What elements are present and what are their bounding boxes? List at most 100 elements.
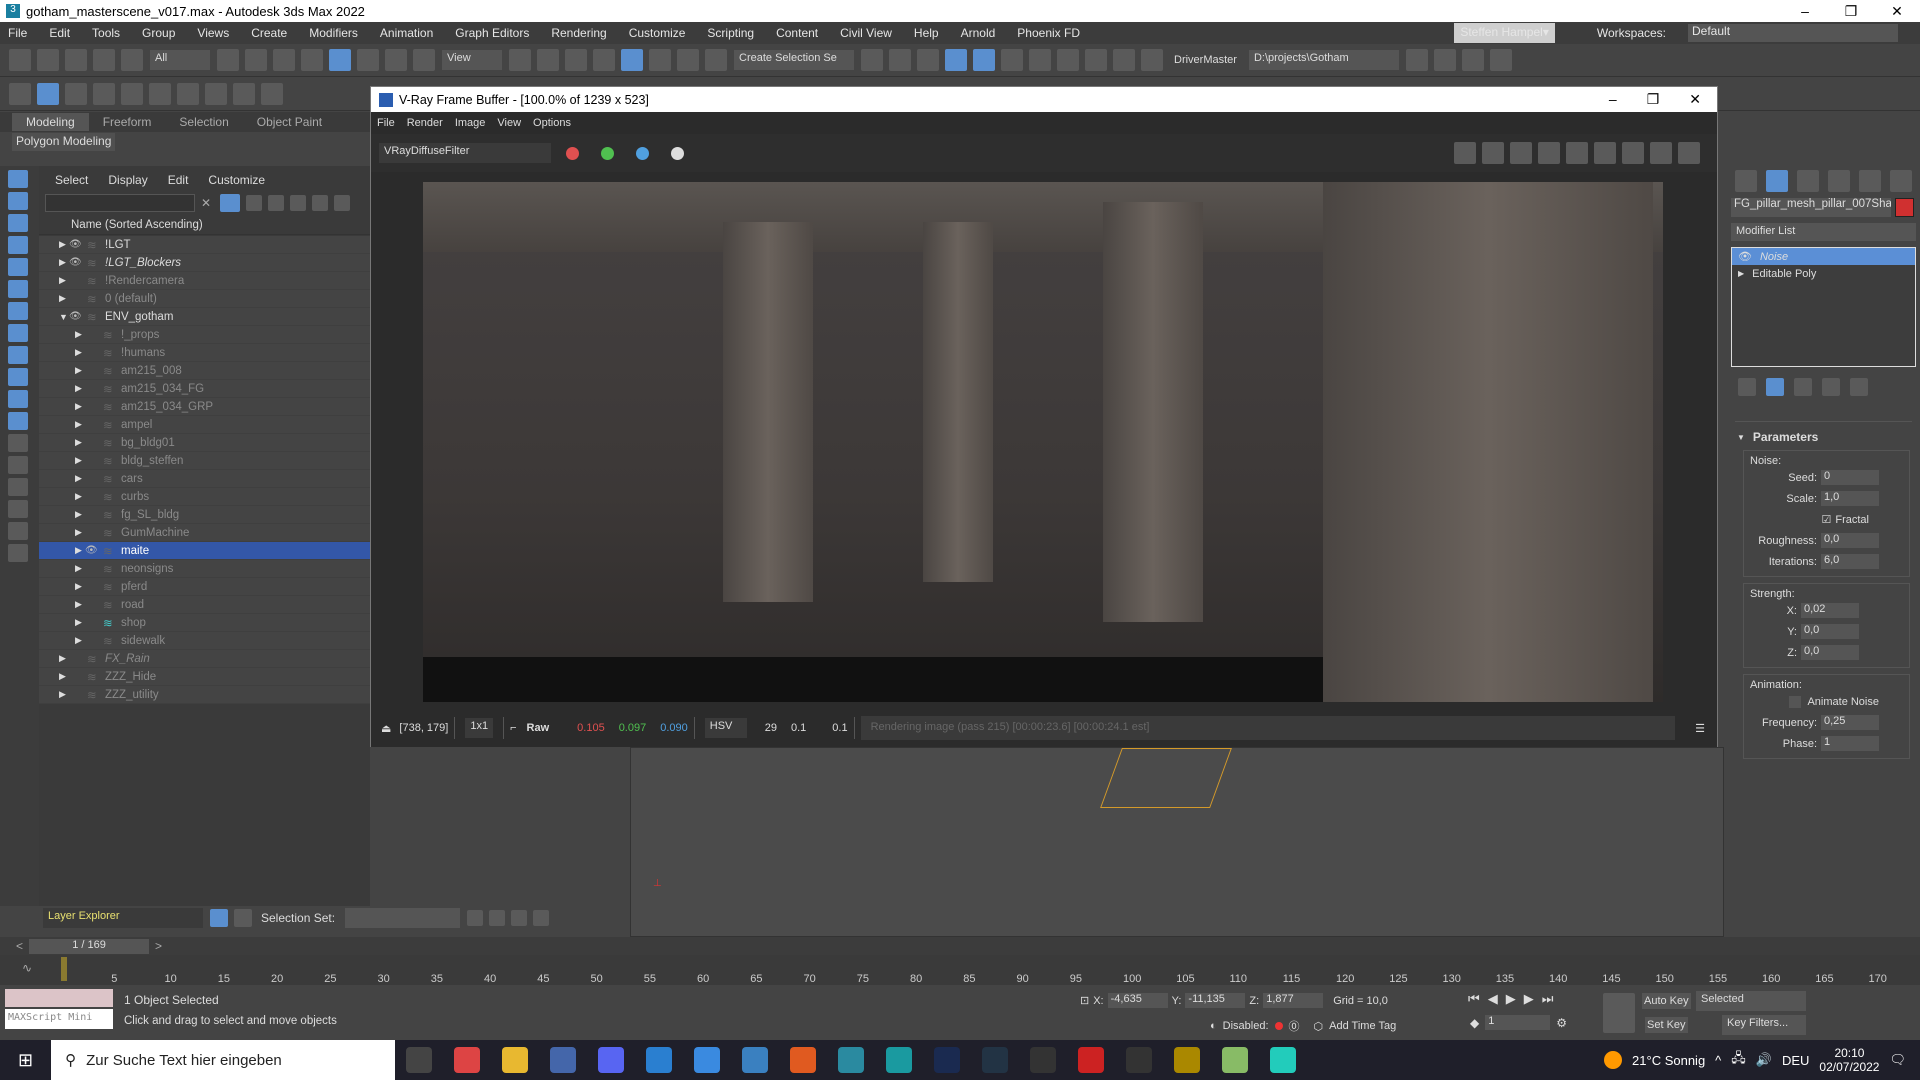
expand-icon[interactable]: ▶ [75,365,85,376]
iterations-spinner[interactable]: 6,0 [1821,554,1879,569]
ball-icon[interactable] [233,82,255,105]
create-tab-icon[interactable] [1735,170,1758,192]
frequency-spinner[interactable]: 0,25 [1821,715,1879,730]
time-slider-thumb[interactable]: 1 / 169 [29,938,150,954]
helpers-filter-icon[interactable] [8,258,28,276]
taskbar-search-box[interactable]: ⚲ Zur Suche Text hier eingeben [51,1040,396,1080]
layer-row[interactable]: ▶ ≋ ampel [39,416,370,434]
layer-icon[interactable]: ≋ [103,346,121,360]
layer-icon[interactable]: ≋ [103,382,121,396]
layer-row[interactable]: ▶ ≋ !humans [39,344,370,362]
vfb-minimize-button[interactable]: – [1609,91,1617,108]
maxscript-mini-input[interactable]: MAXScript Mini [5,1009,113,1029]
explorer-search-input[interactable] [45,194,195,212]
prev-key-button[interactable]: ◀ [1488,991,1498,1007]
parameters-rollout[interactable]: ▼ Parameters [1727,428,1920,446]
load-image-icon[interactable] [1482,142,1504,164]
modifier-editable-poly[interactable]: ▶ Editable Poly [1732,265,1915,282]
teapot-icon[interactable] [9,82,31,105]
seed-spinner[interactable]: 0 [1821,470,1879,485]
expand-icon[interactable]: ▶ [59,293,69,304]
layer-row[interactable]: ▶ 👁 ≋ maite [39,542,370,560]
make-unique-icon[interactable] [1794,378,1812,396]
layer-row[interactable]: ▶ ≋ FX_Rain [39,650,370,668]
maya-icon[interactable] [838,1047,865,1073]
filter-toggle-icon[interactable] [220,194,241,212]
expand-icon[interactable]: ▶ [59,653,69,664]
layer-row[interactable]: ▶ ≋ am215_034_GRP [39,398,370,416]
photoshop-icon[interactable] [934,1047,961,1073]
remove-modifier-icon[interactable] [1822,378,1840,396]
layer-icon[interactable]: ≋ [103,454,121,468]
selection-filter-dropdown[interactable]: All [150,50,210,70]
minimize-button[interactable]: – [1782,3,1828,20]
visibility-eye-icon[interactable]: 👁 [69,257,87,268]
expand-icon[interactable]: ▶ [59,257,69,268]
roughness-spinner[interactable]: 0,0 [1821,533,1879,548]
volume-icon[interactable]: 🔊 [1756,1052,1772,1068]
modifier-list-dropdown[interactable]: Modifier List [1731,223,1916,241]
rotate-icon[interactable] [357,49,379,71]
key-mode-icon[interactable]: ◆ [1470,1016,1479,1030]
curve-editor-toggle-icon[interactable]: ∿ [22,961,32,975]
layer-icon[interactable]: ≋ [103,400,121,414]
expand-icon[interactable]: ▶ [75,383,85,394]
explorer-menu-select[interactable]: Select [55,173,88,187]
expand-icon[interactable]: ▶ [59,275,69,286]
menu-scripting[interactable]: Scripting [707,26,754,40]
clock[interactable]: 20:10 02/07/2022 [1819,1046,1879,1074]
placement-icon[interactable] [413,49,435,71]
menu-phoenix-fd[interactable]: Phoenix FD [1017,26,1080,40]
save-image-icon[interactable] [1454,142,1476,164]
scale-spinner[interactable]: 1,0 [1821,491,1879,506]
clear-search-icon[interactable]: ✕ [201,196,211,210]
layer-icon[interactable]: ≋ [103,562,121,576]
tab-object-paint[interactable]: Object Paint [243,113,336,131]
app-arc-icon[interactable] [1126,1047,1153,1073]
bones-filter-icon[interactable] [8,346,28,364]
object-color-swatch[interactable] [1895,198,1914,217]
edit-set-icon[interactable] [511,910,528,926]
menu-views[interactable]: Views [197,26,229,40]
expand-icon[interactable]: ▶ [75,581,85,592]
steam-icon[interactable] [982,1047,1009,1073]
expand-icon[interactable]: ▶ [75,599,85,610]
configure-modifier-sets-icon[interactable] [1850,378,1868,396]
menu-content[interactable]: Content [776,26,818,40]
select-object-icon[interactable] [217,49,239,71]
hidden-filter-icon[interactable] [8,412,28,430]
layer-icon[interactable]: ≋ [103,616,121,630]
groups-filter-icon[interactable] [8,302,28,320]
layer-icon[interactable]: ≋ [103,418,121,432]
expand-icon[interactable]: ▶ [75,401,85,412]
perspective-viewport[interactable]: ⊥ [630,747,1724,937]
tray-chevron-icon[interactable]: ^ [1715,1053,1721,1068]
window-crossing-icon[interactable] [301,49,323,71]
add-set-icon[interactable] [489,910,506,926]
physical-camera-icon[interactable] [149,82,171,105]
layer-icon[interactable]: ≋ [87,274,105,288]
sphere-icon[interactable] [205,82,227,105]
display-all-icon[interactable] [8,434,28,452]
signal-icon[interactable] [694,1047,721,1073]
colorspace-dropdown[interactable]: HSV [704,718,747,738]
layer-row[interactable]: ▶ 👁 ≋ !LGT [39,236,370,254]
houdini-icon[interactable] [790,1047,817,1073]
goto-start-button[interactable]: ⏮ [1468,991,1480,1007]
tab-modeling[interactable]: Modeling [12,113,89,131]
invert-display-icon[interactable] [8,478,28,496]
vfb-menu-render[interactable]: Render [407,117,443,129]
expand-icon[interactable]: ▶ [75,545,85,556]
named-selection-dropdown[interactable]: Create Selection Se [734,50,854,70]
polygon-modeling-panel[interactable]: Polygon Modeling [12,133,116,151]
add-time-tag[interactable]: Add Time Tag [1329,1020,1396,1032]
funnel-icon[interactable] [8,522,28,540]
auto-key-button[interactable]: Auto Key [1642,993,1691,1009]
layer-row[interactable]: ▶ ≋ am215_008 [39,362,370,380]
vray-icon[interactable] [37,82,59,105]
render-production-icon[interactable] [1141,49,1163,71]
expand-icon[interactable]: ▶ [75,347,85,358]
layer-row[interactable]: ▶ ≋ cars [39,470,370,488]
menu-create[interactable]: Create [251,26,287,40]
layer-icon[interactable]: ≋ [103,436,121,450]
